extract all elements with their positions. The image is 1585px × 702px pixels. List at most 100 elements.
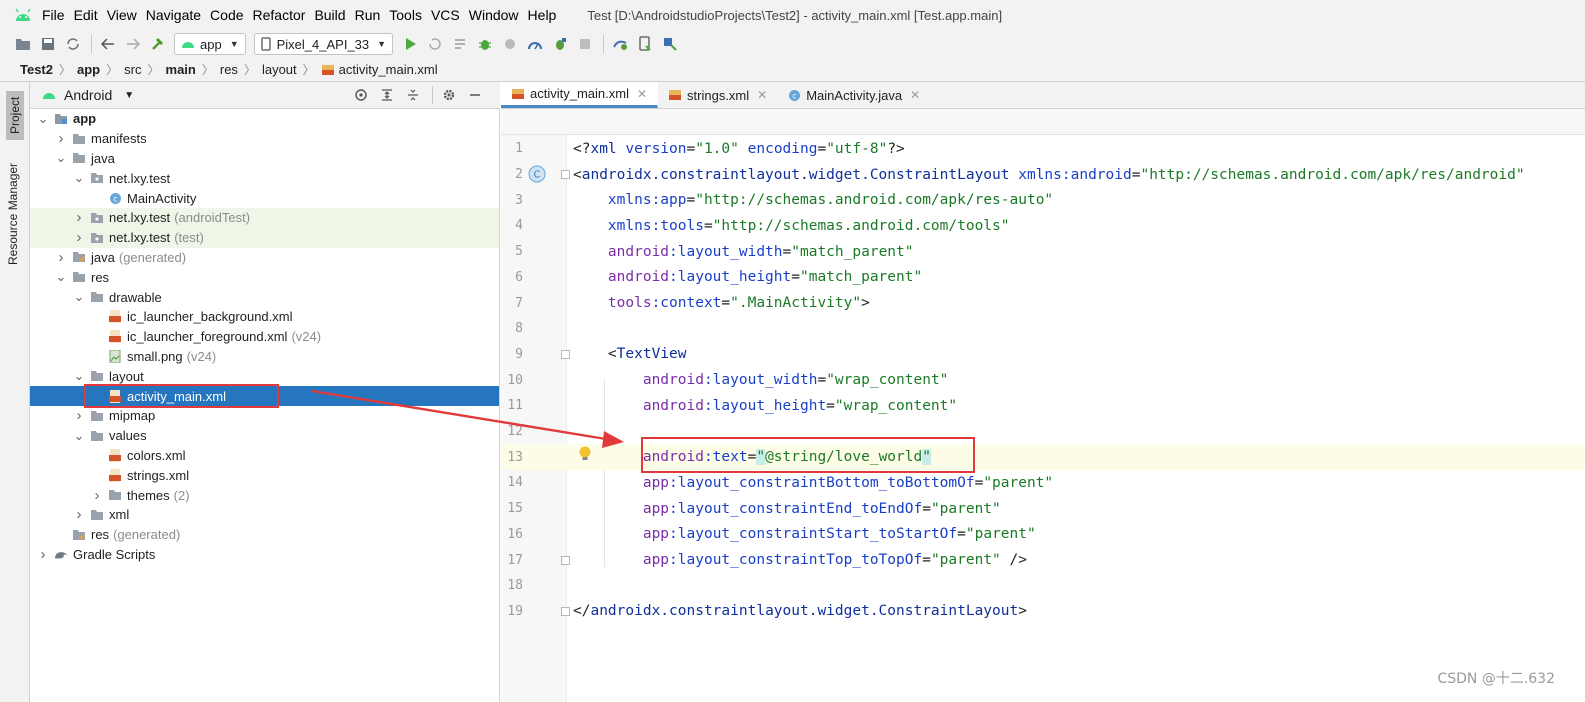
sdk-manager-icon[interactable]	[661, 35, 679, 53]
chevron-down-icon[interactable]: ⌄	[36, 112, 50, 125]
collapse-all-icon[interactable]	[404, 86, 422, 104]
code-line[interactable]: < TextView	[567, 342, 1585, 368]
sync-icon[interactable]	[64, 35, 82, 53]
code-line[interactable]	[567, 316, 1585, 342]
close-icon[interactable]: ✕	[637, 87, 647, 101]
profile-icon[interactable]	[501, 35, 519, 53]
gear-icon[interactable]	[440, 86, 458, 104]
tree-item[interactable]: ⌄ res	[30, 267, 499, 287]
tree-item[interactable]: small.png (v24)	[30, 347, 499, 367]
tree-item[interactable]: res (generated)	[30, 525, 499, 545]
stop-icon[interactable]	[576, 35, 594, 53]
chevron-down-icon[interactable]: ⌄	[54, 270, 68, 283]
tree-item[interactable]: ic_launcher_foreground.xml (v24)	[30, 327, 499, 347]
chevron-down-icon[interactable]: ⌄	[72, 429, 86, 442]
menu-edit[interactable]: Edit	[74, 7, 98, 23]
debug-icon[interactable]	[476, 35, 494, 53]
fold-marker-icon[interactable]	[561, 607, 570, 616]
close-icon[interactable]: ✕	[757, 88, 767, 102]
back-icon[interactable]	[99, 35, 117, 53]
code-line[interactable]: tools:context = ".MainActivity" >	[567, 290, 1585, 316]
tree-item[interactable]: › java (generated)	[30, 248, 499, 268]
chevron-right-icon[interactable]: ›	[54, 130, 68, 147]
chevron-down-icon[interactable]: ▼	[124, 90, 134, 101]
chevron-right-icon[interactable]: ›	[72, 506, 86, 523]
fold-marker-icon[interactable]	[561, 170, 570, 179]
device-manager-icon[interactable]	[636, 35, 654, 53]
code-line[interactable]	[567, 419, 1585, 445]
device-combo[interactable]: Pixel_4_API_33 ▼	[253, 33, 394, 55]
project-tool-tab[interactable]: Project	[6, 90, 24, 140]
save-icon[interactable]	[39, 35, 57, 53]
chevron-right-icon[interactable]: ›	[72, 407, 86, 424]
project-view-mode[interactable]: Android	[64, 87, 112, 103]
code-editor[interactable]: <? xml version = "1.0" encoding = "utf-8" ?> < a…	[567, 135, 1585, 702]
fold-marker-icon[interactable]	[561, 556, 570, 565]
build-hammer-icon[interactable]	[149, 35, 167, 53]
chevron-right-icon[interactable]: ›	[72, 209, 86, 226]
tab-activity-main-xml[interactable]: activity_main.xml ✕	[501, 82, 659, 108]
run-icon[interactable]	[401, 35, 419, 53]
attach-debugger-icon[interactable]	[551, 35, 569, 53]
tree-item[interactable]: ⌄ values	[30, 426, 499, 446]
code-line[interactable]: xmlns:app = "http://schemas.android.com/ap…	[567, 187, 1585, 213]
tree-item[interactable]: ic_launcher_background.xml	[30, 307, 499, 327]
code-line[interactable]: app:layout_constraintBottom_toBottomOf = "…	[567, 470, 1585, 496]
menu-file[interactable]: File	[42, 7, 65, 23]
tree-item[interactable]: ⌄ net.lxy.test	[30, 168, 499, 188]
tree-item[interactable]: › xml	[30, 505, 499, 525]
chevron-right-icon[interactable]: ›	[90, 487, 104, 504]
code-line[interactable]: android:layout_width = "match_parent"	[567, 239, 1585, 265]
breadcrumb-item[interactable]: layout	[262, 62, 297, 77]
code-line[interactable]	[567, 573, 1585, 599]
menu-build[interactable]: Build	[314, 7, 345, 23]
tree-item[interactable]: › net.lxy.test (test)	[30, 227, 499, 248]
chevron-down-icon[interactable]: ⌄	[72, 369, 86, 382]
code-line[interactable]: android:layout_height = "wrap_content"	[567, 393, 1585, 419]
chevron-right-icon[interactable]: ›	[54, 249, 68, 266]
code-line[interactable]: android:layout_width = "wrap_content"	[567, 367, 1585, 393]
tree-item[interactable]: strings.xml	[30, 465, 499, 485]
code-line[interactable]: app:layout_constraintEnd_toEndOf = "parent…	[567, 496, 1585, 522]
breadcrumb-item[interactable]: Test2	[20, 62, 53, 77]
menu-window[interactable]: Window	[469, 7, 519, 23]
tree-item[interactable]: ⌄ app	[30, 109, 499, 129]
profiler-icon[interactable]	[526, 35, 544, 53]
breadcrumb-item[interactable]: main	[166, 62, 196, 77]
menu-navigate[interactable]: Navigate	[146, 7, 201, 23]
chevron-down-icon[interactable]: ⌄	[72, 290, 86, 303]
tree-item[interactable]: ⌄ layout	[30, 366, 499, 386]
breadcrumb-item[interactable]: activity_main.xml	[339, 62, 438, 77]
menu-tools[interactable]: Tools	[389, 7, 422, 23]
tree-item[interactable]: ⌄ drawable	[30, 287, 499, 307]
tree-item[interactable]: › mipmap	[30, 406, 499, 426]
tree-item[interactable]: › themes (2)	[30, 485, 499, 505]
tab-strings-xml[interactable]: strings.xml ✕	[658, 82, 778, 108]
tree-item[interactable]: ⌄ java	[30, 149, 499, 169]
rerun-icon[interactable]	[426, 35, 444, 53]
chevron-right-icon[interactable]: ›	[72, 229, 86, 246]
code-line[interactable]: android:text = " @string/love_world "	[567, 444, 1585, 471]
menu-view[interactable]: View	[107, 7, 137, 23]
minimize-icon[interactable]	[466, 86, 484, 104]
module-combo[interactable]: app ▼	[174, 33, 246, 55]
breadcrumb-item[interactable]: res	[220, 62, 238, 77]
chevron-down-icon[interactable]: ⌄	[72, 171, 86, 184]
menu-help[interactable]: Help	[528, 7, 557, 23]
chevron-right-icon[interactable]: ›	[36, 546, 50, 563]
breadcrumb-item[interactable]: app	[77, 62, 100, 77]
tree-item[interactable]: c MainActivity	[30, 188, 499, 208]
code-line[interactable]: android:layout_height = "match_parent"	[567, 265, 1585, 291]
code-line[interactable]: < androidx.constraintlayout.widget.Constr…	[567, 162, 1585, 188]
chevron-down-icon[interactable]: ⌄	[54, 151, 68, 164]
code-line[interactable]: app:layout_constraintStart_toStartOf = "pa…	[567, 522, 1585, 548]
menu-vcs[interactable]: VCS	[431, 7, 460, 23]
gradle-sync-icon[interactable]	[611, 35, 629, 53]
fold-marker-icon[interactable]	[561, 350, 570, 359]
forward-icon[interactable]	[124, 35, 142, 53]
tree-item[interactable]: › manifests	[30, 129, 499, 149]
code-line[interactable]: </androidx.constraintlayout.widget.Const…	[567, 599, 1585, 625]
expand-all-icon[interactable]	[378, 86, 396, 104]
menu-refactor[interactable]: Refactor	[253, 7, 306, 23]
resource-manager-tool-tab[interactable]: Resource Manager	[6, 163, 20, 265]
